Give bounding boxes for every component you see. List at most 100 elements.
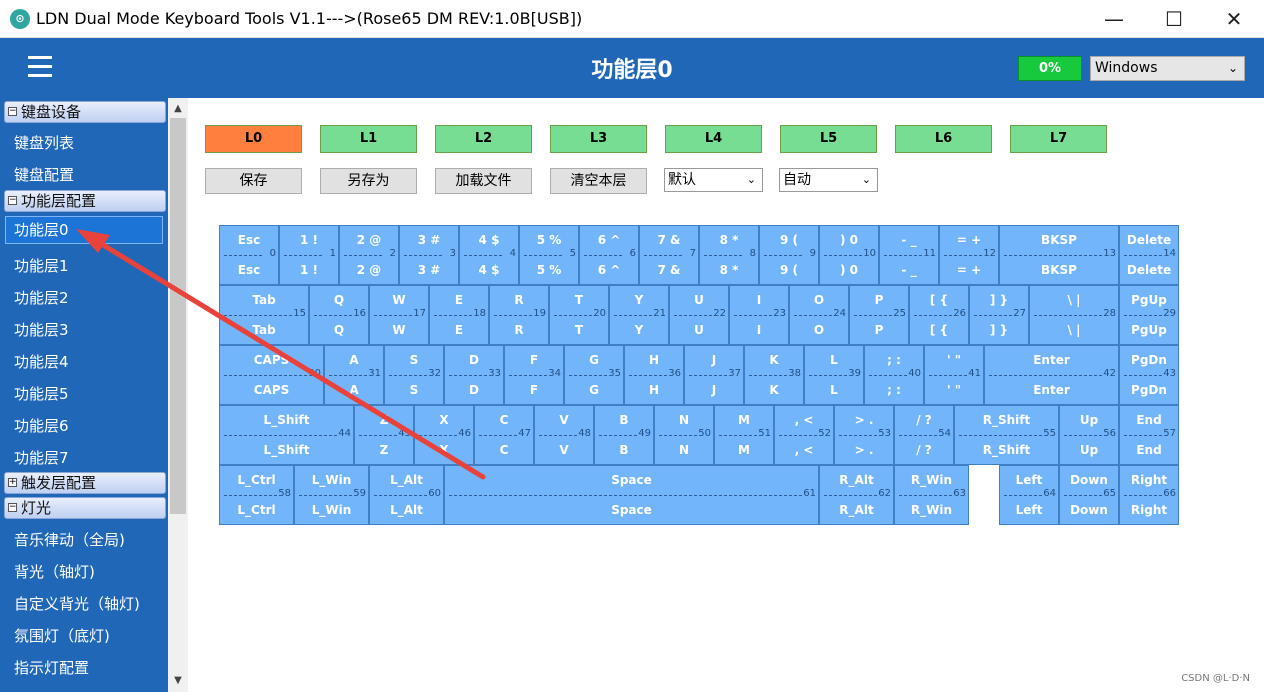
layer-button-l2[interactable]: L2 bbox=[435, 125, 532, 153]
key-59[interactable]: L_Win 59 L_Win bbox=[294, 465, 369, 525]
key-46[interactable]: X 46 X bbox=[414, 405, 474, 465]
sidebar-scrollbar[interactable]: ▲ ▼ bbox=[168, 98, 188, 692]
key-5[interactable]: 5 % 5 5 % bbox=[519, 225, 579, 285]
key-16[interactable]: Q 16 Q bbox=[309, 285, 369, 345]
auto-select[interactable]: 自动 ⌄ bbox=[779, 168, 878, 192]
key-33[interactable]: D 33 D bbox=[444, 345, 504, 405]
key-10[interactable]: ) 0 10) 0 bbox=[819, 225, 879, 285]
key-43[interactable]: PgDn 43 PgDn bbox=[1119, 345, 1179, 405]
key-8[interactable]: 8 * 8 8 * bbox=[699, 225, 759, 285]
key-14[interactable]: Delete 14 Delete bbox=[1119, 225, 1179, 285]
sidebar-item-layer-0[interactable]: 功能层0 bbox=[5, 216, 163, 244]
collapse-icon[interactable]: − bbox=[8, 196, 17, 205]
sidebar-item-layer-3[interactable]: 功能层3 bbox=[14, 319, 69, 340]
key-39[interactable]: L 39 L bbox=[804, 345, 864, 405]
key-0[interactable]: Esc 0 Esc bbox=[219, 225, 279, 285]
key-50[interactable]: N 50 N bbox=[654, 405, 714, 465]
key-31[interactable]: A 31 A bbox=[324, 345, 384, 405]
key-32[interactable]: S 32 S bbox=[384, 345, 444, 405]
layer-button-l5[interactable]: L5 bbox=[780, 125, 877, 153]
group-layer-config[interactable]: − 功能层配置 bbox=[4, 190, 166, 212]
expand-icon[interactable]: + bbox=[8, 478, 17, 487]
key-34[interactable]: F 34 F bbox=[504, 345, 564, 405]
collapse-icon[interactable]: − bbox=[8, 503, 17, 512]
key-49[interactable]: B 49 B bbox=[594, 405, 654, 465]
key-21[interactable]: Y 21 Y bbox=[609, 285, 669, 345]
key-25[interactable]: P 25 P bbox=[849, 285, 909, 345]
layer-button-l6[interactable]: L6 bbox=[895, 125, 992, 153]
key-15[interactable]: Tab 15 Tab bbox=[219, 285, 309, 345]
sidebar-item-indicator-config[interactable]: 指示灯配置 bbox=[14, 657, 89, 678]
key-36[interactable]: H 36 H bbox=[624, 345, 684, 405]
layer-button-l4[interactable]: L4 bbox=[665, 125, 762, 153]
group-keyboard-devices[interactable]: − 键盘设备 bbox=[4, 101, 166, 123]
key-11[interactable]: - _ 11 - _ bbox=[879, 225, 939, 285]
key-60[interactable]: L_Alt 60 L_Alt bbox=[369, 465, 444, 525]
key-56[interactable]: Up 56 Up bbox=[1059, 405, 1119, 465]
key-24[interactable]: O 24 O bbox=[789, 285, 849, 345]
layer-button-l7[interactable]: L7 bbox=[1010, 125, 1107, 153]
key-6[interactable]: 6 ^ 6 6 ^ bbox=[579, 225, 639, 285]
os-select[interactable]: Windows ⌄ bbox=[1090, 56, 1245, 81]
group-trigger-layer-config[interactable]: + 触发层配置 bbox=[4, 472, 166, 494]
sidebar-item-layer-7[interactable]: 功能层7 bbox=[14, 447, 69, 468]
key-17[interactable]: W 17 W bbox=[369, 285, 429, 345]
key-19[interactable]: R 19 R bbox=[489, 285, 549, 345]
sidebar-item-layer-1[interactable]: 功能层1 bbox=[14, 255, 69, 276]
load-file-button[interactable]: 加载文件 bbox=[435, 168, 532, 194]
minimize-button[interactable]: — bbox=[1084, 0, 1144, 38]
close-button[interactable]: ✕ bbox=[1204, 0, 1264, 38]
key-55[interactable]: R_Shift 55 R_Shift bbox=[954, 405, 1059, 465]
collapse-icon[interactable]: − bbox=[8, 107, 17, 116]
key-51[interactable]: M 51 M bbox=[714, 405, 774, 465]
key-38[interactable]: K 38 K bbox=[744, 345, 804, 405]
key-35[interactable]: G 35 G bbox=[564, 345, 624, 405]
key-52[interactable]: , < 52 , < bbox=[774, 405, 834, 465]
key-23[interactable]: I 23 I bbox=[729, 285, 789, 345]
key-13[interactable]: BKSP 13 BKSP bbox=[999, 225, 1119, 285]
key-37[interactable]: J 37 J bbox=[684, 345, 744, 405]
sidebar-item-layer-5[interactable]: 功能层5 bbox=[14, 383, 69, 404]
scroll-down-icon[interactable]: ▼ bbox=[168, 672, 188, 690]
key-18[interactable]: E 18 E bbox=[429, 285, 489, 345]
maximize-button[interactable]: ☐ bbox=[1144, 0, 1204, 38]
sidebar-item-music-rhythm[interactable]: 音乐律动（全局) bbox=[14, 529, 125, 550]
key-27[interactable]: ] } 27] } bbox=[969, 285, 1029, 345]
layer-button-l1[interactable]: L1 bbox=[320, 125, 417, 153]
save-button[interactable]: 保存 bbox=[205, 168, 302, 194]
key-48[interactable]: V 48 V bbox=[534, 405, 594, 465]
key-2[interactable]: 2 @ 2 2 @ bbox=[339, 225, 399, 285]
sidebar-item-layer-2[interactable]: 功能层2 bbox=[14, 287, 69, 308]
key-29[interactable]: PgUp 29 PgUp bbox=[1119, 285, 1179, 345]
scroll-thumb[interactable] bbox=[170, 118, 186, 514]
key-22[interactable]: U 22 U bbox=[669, 285, 729, 345]
sidebar-item-backlight[interactable]: 背光（轴灯) bbox=[14, 561, 95, 582]
key-58[interactable]: L_Ctrl 58 L_Ctrl bbox=[219, 465, 294, 525]
save-as-button[interactable]: 另存为 bbox=[320, 168, 417, 194]
key-26[interactable]: [ {26 [ { bbox=[909, 285, 969, 345]
sidebar-item-keyboard-list[interactable]: 键盘列表 bbox=[14, 132, 74, 153]
key-3[interactable]: 3 # 3 3 # bbox=[399, 225, 459, 285]
key-64[interactable]: Left 64 Left bbox=[999, 465, 1059, 525]
key-9[interactable]: 9 (9 9 ( bbox=[759, 225, 819, 285]
sidebar-item-custom-backlight[interactable]: 自定义背光（轴灯) bbox=[14, 593, 140, 614]
key-47[interactable]: C 47 C bbox=[474, 405, 534, 465]
group-lighting[interactable]: − 灯光 bbox=[4, 497, 166, 519]
key-53[interactable]: > . 53 > . bbox=[834, 405, 894, 465]
key-40[interactable]: ; : 40 ; : bbox=[864, 345, 924, 405]
sidebar-item-layer-6[interactable]: 功能层6 bbox=[14, 415, 69, 436]
key-44[interactable]: L_Shift 44 L_Shift bbox=[219, 405, 354, 465]
key-12[interactable]: = +12 = + bbox=[939, 225, 999, 285]
key-57[interactable]: End 57 End bbox=[1119, 405, 1179, 465]
scroll-up-icon[interactable]: ▲ bbox=[168, 100, 188, 118]
key-62[interactable]: R_Alt 62 R_Alt bbox=[819, 465, 894, 525]
key-1[interactable]: 1 ! 1 1 ! bbox=[279, 225, 339, 285]
key-7[interactable]: 7 & 7 7 & bbox=[639, 225, 699, 285]
key-28[interactable]: \ | 28 \ | bbox=[1029, 285, 1119, 345]
key-65[interactable]: Down 65 Down bbox=[1059, 465, 1119, 525]
sidebar-item-ambient-light[interactable]: 氛围灯（底灯) bbox=[14, 625, 110, 646]
key-66[interactable]: Right 66 Right bbox=[1119, 465, 1179, 525]
layer-button-l0[interactable]: L0 bbox=[205, 125, 302, 153]
key-63[interactable]: R_Win 63 R_Win bbox=[894, 465, 969, 525]
key-45[interactable]: Z 45 Z bbox=[354, 405, 414, 465]
